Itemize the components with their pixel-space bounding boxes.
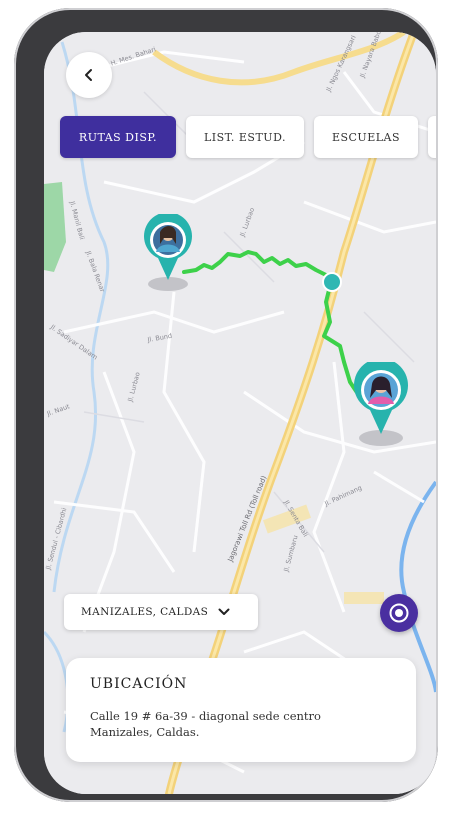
app-screen: Jl. H. Mes. Bahari Jl. Ngos Karangsari J…	[44, 32, 436, 794]
tab-more[interactable]	[428, 116, 436, 158]
location-address: Calle 19 # 6a-39 - diagonal sede centro …	[90, 708, 380, 740]
chevron-down-icon	[218, 608, 230, 616]
target-icon	[389, 603, 409, 623]
tab-bar: RUTAS DISP. LIST. ESTUD. ESCUELAS	[60, 116, 436, 158]
tab-escuelas[interactable]: ESCUELAS	[314, 116, 418, 158]
back-button[interactable]	[66, 52, 112, 98]
location-info-card: UBICACIÓN Calle 19 # 6a-39 - diagonal se…	[66, 658, 416, 762]
city-dropdown[interactable]: MANIZALES, CALDAS	[64, 594, 258, 630]
address-line-1: Calle 19 # 6a-39 - diagonal sede centro	[90, 709, 321, 723]
tab-rutas-disp[interactable]: RUTAS DISP.	[60, 116, 176, 158]
chevron-left-icon	[85, 69, 92, 81]
city-dropdown-label: MANIZALES, CALDAS	[81, 606, 209, 618]
locate-button[interactable]	[380, 594, 418, 632]
tab-list-estud[interactable]: LIST. ESTUD.	[186, 116, 304, 158]
student-pin-start[interactable]	[140, 212, 196, 296]
location-title: UBICACIÓN	[90, 676, 188, 692]
address-line-2: Manizales, Caldas.	[90, 725, 200, 739]
student-pin-end[interactable]	[350, 358, 412, 452]
phone-frame: Jl. H. Mes. Bahari Jl. Ngos Karangsari J…	[14, 8, 438, 802]
